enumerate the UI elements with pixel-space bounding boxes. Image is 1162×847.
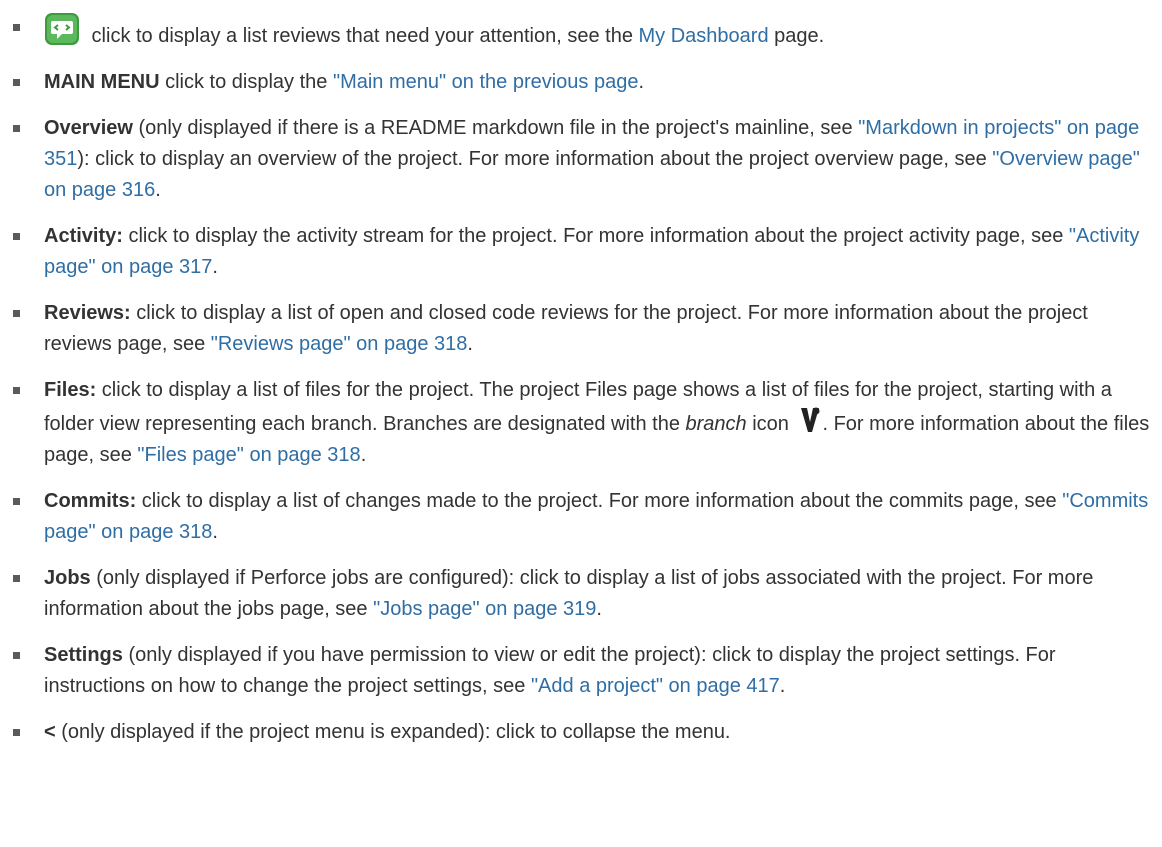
my-dashboard-link[interactable]: My Dashboard <box>639 25 769 47</box>
branch-icon <box>801 407 820 432</box>
dashboard-icon[interactable] <box>44 12 80 46</box>
term-main-menu: MAIN MENU <box>44 71 160 93</box>
term-overview: Overview <box>44 117 133 139</box>
list-item-jobs: Jobs (only displayed if Perforce jobs ar… <box>0 563 1154 625</box>
files-page-link[interactable]: "Files page" on page 318 <box>137 444 360 466</box>
list-item-commits: Commits: click to display a list of chan… <box>0 486 1154 548</box>
item-text: click to display a list of changes made … <box>136 490 1063 512</box>
item-text: click to display a list reviews that nee… <box>86 25 639 47</box>
item-tail: page. <box>768 25 825 47</box>
item-tail: . <box>155 179 161 201</box>
item-tail: . <box>779 675 786 697</box>
branch-emphasis: branch <box>685 413 747 435</box>
item-text: click to display a list of open and clos… <box>44 302 1088 355</box>
add-a-project-link[interactable]: "Add a project" on page 417 <box>531 675 780 697</box>
item-text: (only displayed if the project menu is e… <box>55 721 731 743</box>
reviews-page-link[interactable]: "Reviews page" on page 318 <box>211 333 468 355</box>
term-activity: Activity: <box>44 225 123 247</box>
item-text: (only displayed if there is a README mar… <box>132 117 859 139</box>
menu-items-list: click to display a list reviews that nee… <box>0 0 1162 748</box>
item-tail: . <box>596 598 602 620</box>
list-item-main-menu: MAIN MENU click to display the "Main men… <box>0 67 1154 98</box>
item-text: click to display the <box>159 71 333 93</box>
term-collapse: < <box>44 721 56 743</box>
term-jobs: Jobs <box>44 567 91 589</box>
item-tail: . <box>467 333 473 355</box>
term-reviews: Reviews: <box>44 302 131 324</box>
term-commits: Commits: <box>44 490 137 512</box>
list-item-reviews: Reviews: click to display a list of open… <box>0 298 1154 360</box>
term-files: Files: <box>44 379 97 401</box>
list-item-activity: Activity: click to display the activity … <box>0 221 1154 283</box>
item-text: click to display the activity stream for… <box>122 225 1069 247</box>
list-item-files: Files: click to display a list of files … <box>0 375 1154 471</box>
jobs-page-link[interactable]: "Jobs page" on page 319 <box>373 598 596 620</box>
list-item-dashboard: click to display a list reviews that nee… <box>0 12 1154 52</box>
item-tail: . <box>360 444 367 466</box>
item-text-2: ): click to display an overview of the p… <box>77 148 993 170</box>
list-item-settings: Settings (only displayed if you have per… <box>0 640 1154 702</box>
item-tail: . <box>212 521 218 543</box>
list-item-collapse: < (only displayed if the project menu is… <box>0 717 1154 748</box>
main-menu-link[interactable]: "Main menu" on the previous page <box>333 71 639 93</box>
item-tail: . <box>212 256 218 278</box>
list-item-overview: Overview (only displayed if there is a R… <box>0 113 1154 206</box>
item-text-2: icon <box>746 413 795 435</box>
item-tail: . <box>638 71 645 93</box>
term-settings: Settings <box>44 644 123 666</box>
